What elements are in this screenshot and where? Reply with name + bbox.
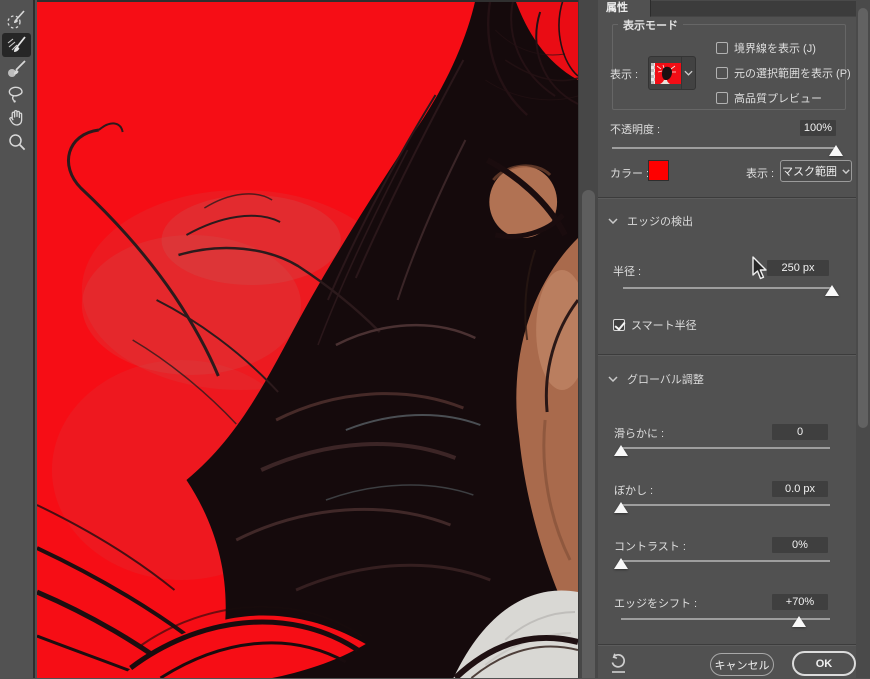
radius-label: 半径 : xyxy=(613,266,642,278)
shift-edge-value[interactable]: +70% xyxy=(772,594,828,610)
opacity-value[interactable]: 100% xyxy=(800,120,836,136)
overlay-color-swatch[interactable] xyxy=(648,160,669,181)
brush-icon xyxy=(7,60,26,77)
shift-edge-slider-handle[interactable] xyxy=(791,616,806,627)
cancel-button[interactable]: キャンセル xyxy=(710,653,774,676)
opacity-label: 不透明度 : xyxy=(610,124,661,136)
high-quality-label: 高品質プレビュー xyxy=(734,92,822,105)
image-canvas[interactable] xyxy=(37,0,578,678)
separator xyxy=(598,197,856,198)
hand-icon xyxy=(8,110,22,126)
view-mode-legend: 表示モード xyxy=(618,17,683,33)
show-original-label: 元の選択範囲を表示 (P) xyxy=(734,67,851,80)
canvas-scrollbar[interactable] xyxy=(578,0,598,678)
high-quality-checkbox[interactable] xyxy=(716,91,728,104)
ok-button[interactable]: OK xyxy=(792,651,856,676)
opacity-slider-handle[interactable] xyxy=(829,145,843,156)
show-original-checkbox[interactable] xyxy=(716,66,728,79)
checkbox-row-show-edge[interactable]: 境界線を表示 (J) xyxy=(716,41,816,55)
properties-panel: 属性 表示モード 表示 : 境界線を表示 (J) 元の選択範囲を表示 (P) 高… xyxy=(598,0,870,678)
color-label: カラー : xyxy=(610,168,650,180)
masked-photo xyxy=(37,0,578,678)
panel-scrollbar[interactable] xyxy=(856,0,870,678)
shift-edge-slider[interactable] xyxy=(621,612,830,628)
hand-tool[interactable] xyxy=(2,106,31,130)
smart-radius-checkbox[interactable] xyxy=(613,318,625,331)
contrast-slider-track[interactable] xyxy=(621,560,830,562)
lasso-icon xyxy=(8,86,23,103)
reset-icon xyxy=(611,653,625,673)
chevron-down-icon xyxy=(842,168,850,174)
checkbox-row-show-original[interactable]: 元の選択範囲を表示 (P) xyxy=(716,66,851,80)
indicates-dropdown[interactable]: マスク範囲 xyxy=(780,160,852,182)
smart-radius-label: スマート半径 xyxy=(631,319,697,332)
chevron-down-icon xyxy=(608,376,618,382)
separator xyxy=(598,644,856,645)
radius-value[interactable]: 250 px xyxy=(767,260,829,276)
view-label: 表示 : xyxy=(610,69,639,81)
radius-slider[interactable] xyxy=(623,281,839,297)
tab-properties[interactable]: 属性 xyxy=(598,0,650,17)
show-as-label: 表示 : xyxy=(746,168,775,180)
show-edge-checkbox[interactable] xyxy=(716,41,728,54)
opacity-slider-track[interactable] xyxy=(612,147,836,149)
global-refine-title: グローバル調整 xyxy=(627,374,704,386)
opacity-slider[interactable] xyxy=(612,141,843,157)
global-refine-header[interactable]: グローバル調整 xyxy=(608,371,704,387)
contrast-value[interactable]: 0% xyxy=(772,537,828,553)
radius-slider-handle[interactable] xyxy=(825,285,839,296)
canvas-scrollbar-thumb[interactable] xyxy=(582,190,595,678)
contrast-label: コントラスト : xyxy=(614,541,686,553)
brush-tool[interactable] xyxy=(2,58,31,82)
feather-slider-handle[interactable] xyxy=(614,502,628,513)
magnifier-icon xyxy=(8,134,25,151)
separator xyxy=(598,354,856,355)
contrast-slider[interactable] xyxy=(614,554,830,570)
feather-label: ぼかし : xyxy=(614,485,654,497)
lasso-tool[interactable] xyxy=(2,83,31,107)
edge-detection-title: エッジの検出 xyxy=(627,216,693,228)
tab-bar xyxy=(650,0,856,17)
tool-sidebar xyxy=(0,0,35,678)
smooth-value[interactable]: 0 xyxy=(772,424,828,440)
overlay-view-thumbnail-icon xyxy=(651,62,681,84)
checkbox-row-high-quality[interactable]: 高品質プレビュー xyxy=(716,91,822,105)
smart-radius-row[interactable]: スマート半径 xyxy=(613,318,697,332)
edge-detection-header[interactable]: エッジの検出 xyxy=(608,213,693,229)
quick-selection-tool[interactable] xyxy=(2,8,31,32)
zoom-tool[interactable] xyxy=(2,130,31,154)
indicates-value: マスク範囲 xyxy=(782,166,837,178)
smooth-slider-track[interactable] xyxy=(621,447,830,449)
chevron-down-icon xyxy=(683,70,693,76)
smooth-slider-handle[interactable] xyxy=(614,445,628,456)
feather-value[interactable]: 0.0 px xyxy=(772,481,828,497)
contrast-slider-handle[interactable] xyxy=(614,558,628,569)
chevron-down-icon xyxy=(608,218,618,224)
reset-button[interactable] xyxy=(609,653,628,679)
smooth-label: 滑らかに : xyxy=(614,428,665,440)
show-edge-label: 境界線を表示 (J) xyxy=(734,42,816,55)
feather-slider[interactable] xyxy=(614,498,830,514)
quick-selection-icon xyxy=(6,10,25,29)
refine-edge-brush-tool[interactable] xyxy=(2,33,31,57)
feather-slider-track[interactable] xyxy=(621,504,830,506)
canvas-top-border xyxy=(37,0,578,2)
refine-edge-brush-icon xyxy=(7,36,26,52)
radius-slider-track[interactable] xyxy=(623,287,832,289)
shift-edge-label: エッジをシフト : xyxy=(614,598,698,610)
smooth-slider[interactable] xyxy=(614,441,830,457)
view-mode-dropdown[interactable] xyxy=(648,56,696,90)
panel-scrollbar-thumb[interactable] xyxy=(858,8,868,428)
